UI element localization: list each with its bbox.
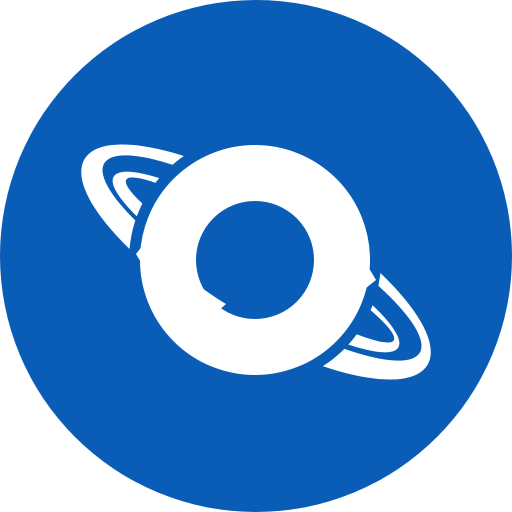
app-icon-container: [0, 0, 512, 512]
planet-ring-icon: [0, 0, 512, 512]
orbit-inner-band: [0, 0, 512, 512]
